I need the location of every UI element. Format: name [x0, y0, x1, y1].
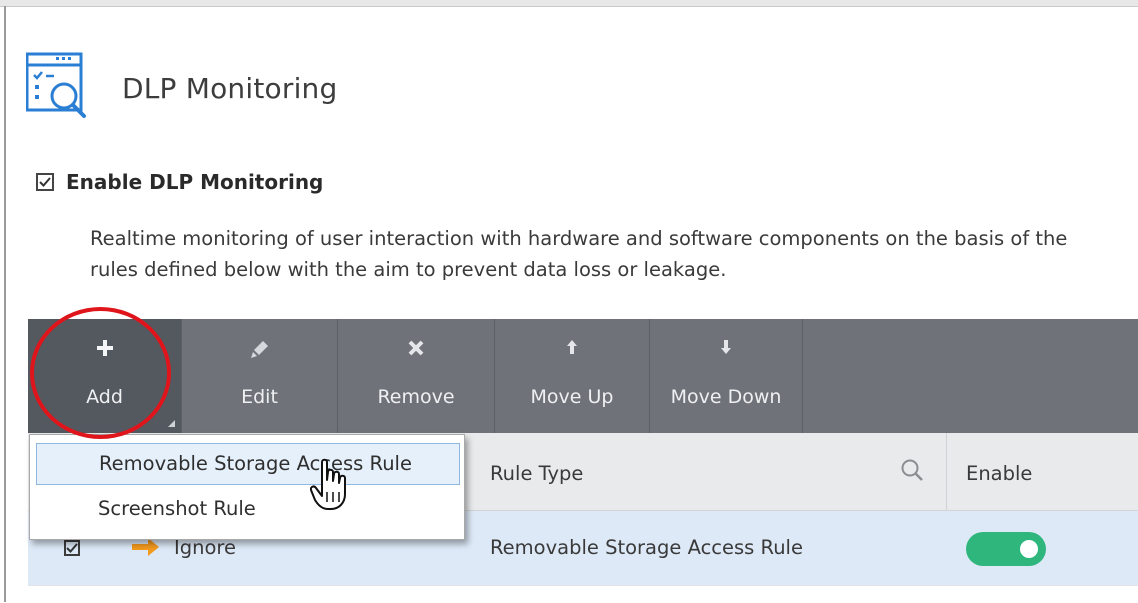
window-top-border — [0, 0, 1138, 7]
description-text: Realtime monitoring of user interaction … — [90, 227, 1068, 281]
enable-toggle[interactable] — [966, 532, 1046, 566]
edit-button[interactable]: Edit — [182, 319, 337, 433]
hand-pointer-cursor-icon — [309, 458, 352, 512]
add-rule-menu: Removable Storage Access Rule Screenshot… — [29, 434, 465, 540]
menu-item-screenshot-rule[interactable]: Screenshot Rule — [36, 489, 460, 531]
enable-dlp-checkbox[interactable] — [36, 173, 54, 191]
move-down-button-label: Move Down — [670, 386, 782, 408]
remove-button[interactable]: Remove — [338, 319, 494, 433]
edit-button-label: Edit — [241, 386, 278, 408]
column-separator — [946, 433, 947, 510]
page-title: DLP Monitoring — [122, 72, 338, 105]
toggle-knob — [1020, 540, 1038, 558]
toolbar: Add Edit Remove Move Up Move Down — [28, 319, 1138, 433]
search-icon[interactable] — [899, 457, 925, 483]
toolbar-separator — [802, 319, 803, 433]
pencil-icon — [182, 339, 337, 361]
table-empty-area — [28, 585, 1138, 603]
remove-button-label: Remove — [377, 386, 455, 408]
move-up-button[interactable]: Move Up — [495, 319, 649, 433]
row-rule-type: Removable Storage Access Rule — [490, 536, 803, 559]
arrow-right-icon — [132, 537, 162, 561]
row-checkbox[interactable] — [64, 540, 80, 556]
move-up-button-label: Move Up — [530, 386, 614, 408]
enable-dlp-label: Enable DLP Monitoring — [66, 170, 324, 194]
dropdown-corner-icon — [168, 420, 175, 427]
arrow-up-icon — [495, 339, 649, 361]
x-icon — [338, 339, 494, 361]
enable-dlp-monitoring-row[interactable]: Enable DLP Monitoring — [36, 170, 323, 194]
dlp-monitoring-icon — [25, 50, 94, 128]
window-left-border — [4, 6, 6, 602]
arrow-down-icon — [650, 339, 802, 361]
column-header-enable[interactable]: Enable — [966, 462, 1032, 485]
move-down-button[interactable]: Move Down — [650, 319, 802, 433]
highlight-circle-annotation — [30, 307, 171, 439]
column-header-rule-type[interactable]: Rule Type — [490, 462, 583, 485]
menu-item-removable-storage-access-rule[interactable]: Removable Storage Access Rule — [36, 443, 460, 485]
